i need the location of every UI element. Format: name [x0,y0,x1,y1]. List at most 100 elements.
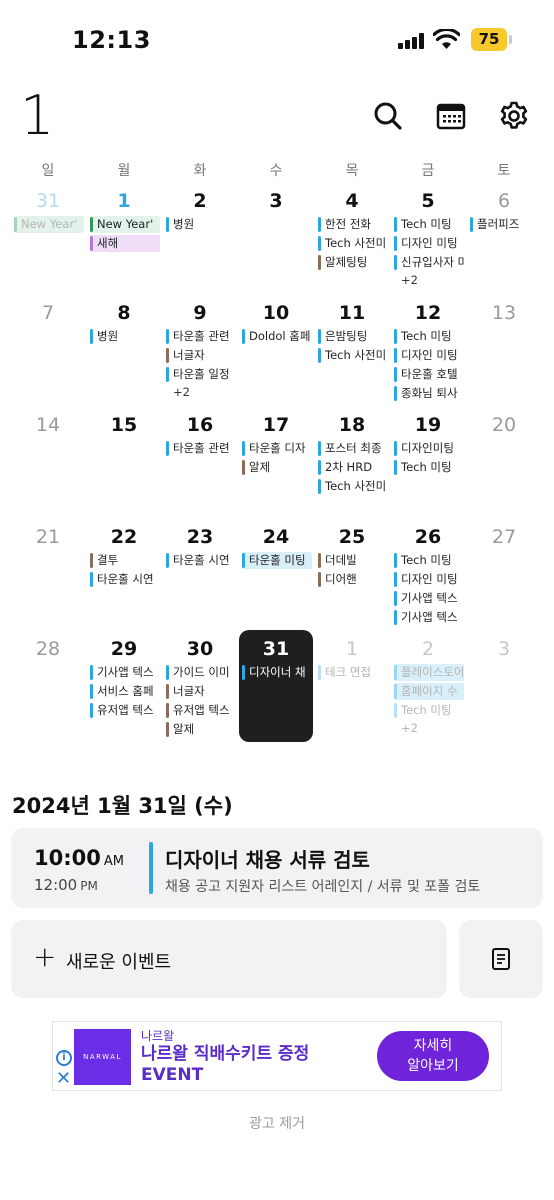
calendar-event[interactable]: 알제팅팅 [318,254,388,271]
calendar-event[interactable]: Doldol 홈페 [242,328,312,345]
more-events-count[interactable]: +2 [401,721,418,735]
calendar-event[interactable]: 서비스 홈페 [90,683,160,700]
memo-button[interactable] [459,920,543,998]
day-cell[interactable]: 1 New Year' 새해 [86,182,162,294]
calendar-event[interactable]: Tech 사전미 [318,235,388,252]
remove-ad-link[interactable]: 광고 제거 [0,1113,554,1133]
calendar-event[interactable]: Tech 미팅 [394,328,464,345]
calendar-event[interactable]: 너글자 [166,683,236,700]
calendar-event[interactable]: 홈페이지 수 [394,683,464,700]
day-cell[interactable]: 3 [466,630,542,742]
calendar-event[interactable]: 은밤팅팅 [318,328,388,345]
calendar-event[interactable]: 더데빌 [318,552,388,569]
day-cell[interactable]: 14 [10,406,86,518]
day-cell[interactable]: 7 [10,294,86,406]
day-cell[interactable]: 27 [466,518,542,630]
calendar-event[interactable]: Tech 사전미 [318,347,388,364]
calendar-event[interactable]: 종화님 퇴사 [394,385,464,402]
calendar-event[interactable]: 디자인미팅 [394,440,464,457]
day-cell[interactable]: 9 타운홀 관련 너글자 타운홀 일정 +2 [162,294,238,406]
day-cell[interactable]: 28 [10,630,86,742]
day-cell[interactable]: 11 은밤팅팅 Tech 사전미 [314,294,390,406]
ad-cta-button[interactable]: 자세히 알아보기 [377,1031,489,1081]
calendar-event[interactable]: 디자인 미팅 [394,235,464,252]
calendar-event[interactable]: 타운홀 시연 [90,571,160,588]
day-cell[interactable]: 31 New Year' [10,182,86,294]
new-event-button[interactable]: + 새로운 이벤트 [11,920,447,998]
calendar-event[interactable]: 타운홀 미팅 [242,552,312,569]
event-card[interactable]: 10:00 AM 12:00 PM 디자이너 채용 서류 검토 채용 공고 지원자 … [11,828,543,908]
close-icon[interactable]: ✕ [56,1070,71,1088]
search-button[interactable] [368,96,408,136]
day-cell[interactable]: 31 디자이너 채 [238,630,314,742]
day-cell[interactable]: 21 [10,518,86,630]
calendar-event[interactable]: 알제 [242,459,312,476]
calendar-event[interactable]: Tech 미팅 [394,216,464,233]
calendar-event[interactable]: 디자인 미팅 [394,571,464,588]
calendar-event[interactable]: 병원 [166,216,236,233]
day-cell[interactable]: 16 타운홀 관련 [162,406,238,518]
calendar-event[interactable]: 디어핸 [318,571,388,588]
day-cell[interactable]: 18 포스터 최종 2차 HRD Tech 사전미 [314,406,390,518]
calendar-event[interactable]: 알제 [166,721,236,738]
calendar-event[interactable]: 플레이스토어 [394,664,464,681]
day-cell[interactable]: 5 Tech 미팅 디자인 미팅 신규입사자 미 +2 [390,182,466,294]
calendar-event[interactable]: Tech 사전미 [318,478,388,495]
calendar-event[interactable]: 유저앱 텍스 [90,702,160,719]
calendar-event[interactable]: 유저앱 텍스 [166,702,236,719]
calendar-event[interactable]: New Year' [14,216,84,233]
calendar-event[interactable]: 병원 [90,328,160,345]
calendar-event[interactable]: Tech 미팅 [394,702,464,719]
day-cell[interactable]: 20 [466,406,542,518]
day-cell[interactable]: 2 플레이스토어 홈페이지 수 Tech 미팅 +2 [390,630,466,742]
day-cell[interactable]: 10 Doldol 홈페 [238,294,314,406]
calendar-event[interactable]: 타운홀 관련 [166,440,236,457]
day-cell[interactable]: 3 [238,182,314,294]
calendar-event[interactable]: 가이드 이미 [166,664,236,681]
calendar-event[interactable]: 너글자 [166,347,236,364]
calendar-event[interactable]: 디자이너 채 [242,664,312,681]
day-cell[interactable]: 22 결투 타운홀 시연 [86,518,162,630]
calendar-event[interactable]: 기사앱 텍스 [394,609,464,626]
calendar-event[interactable]: 2차 HRD [318,459,388,476]
info-icon[interactable]: i [56,1050,72,1066]
calendar-event[interactable]: 타운홀 시연 [166,552,236,569]
day-cell[interactable]: 6 플러피즈 [466,182,542,294]
day-cell[interactable]: 23 타운홀 시연 [162,518,238,630]
day-cell[interactable]: 19 디자인미팅 Tech 미팅 [390,406,466,518]
day-cell[interactable]: 13 [466,294,542,406]
day-cell[interactable]: 30 가이드 이미 너글자 유저앱 텍스 알제 [162,630,238,742]
calendar-event[interactable]: Tech 미팅 [394,552,464,569]
day-cell[interactable]: 25 더데빌 디어핸 [314,518,390,630]
day-cell[interactable]: 2 병원 [162,182,238,294]
calendar-event[interactable]: 결투 [90,552,160,569]
calendar-event[interactable]: 기사앱 텍스 [394,590,464,607]
calendar-event[interactable]: 플러피즈 [470,216,540,233]
day-cell[interactable]: 15 [86,406,162,518]
calendar-event[interactable]: 디자인 미팅 [394,347,464,364]
calendar-event[interactable]: 타운홀 디자 [242,440,312,457]
calendar-view-button[interactable] [431,96,471,136]
day-cell[interactable]: 12 Tech 미팅 디자인 미팅 타운홀 호텔 종화님 퇴사 [390,294,466,406]
calendar-event[interactable]: 테크 면접 [318,664,388,681]
settings-button[interactable] [494,96,534,136]
more-events-count[interactable]: +2 [173,385,190,399]
day-cell[interactable]: 4 한전 전화 Tech 사전미 알제팅팅 [314,182,390,294]
calendar-event[interactable]: 타운홀 호텔 [394,366,464,383]
day-cell[interactable]: 8 병원 [86,294,162,406]
calendar-event[interactable]: New Year' [90,216,160,233]
calendar-event[interactable]: 새해 [90,235,160,252]
day-cell[interactable]: 17 타운홀 디자 알제 [238,406,314,518]
calendar-event[interactable]: Tech 미팅 [394,459,464,476]
calendar-event[interactable]: 신규입사자 미 [394,254,464,271]
day-cell[interactable]: 1 테크 면접 [314,630,390,742]
calendar-event[interactable]: 한전 전화 [318,216,388,233]
ad-banner[interactable]: i ✕ NARWAL 나르왈 나르왈 직배수키트 증정 EVENT 자세히 알아… [52,1021,502,1091]
day-cell[interactable]: 29 기사앱 텍스 서비스 홈페 유저앱 텍스 [86,630,162,742]
calendar-event[interactable]: 타운홀 관련 [166,328,236,345]
month-title[interactable]: 1 [20,84,54,147]
calendar-event[interactable]: 기사앱 텍스 [90,664,160,681]
day-cell[interactable]: 26 Tech 미팅 디자인 미팅 기사앱 텍스 기사앱 텍스 [390,518,466,630]
day-cell[interactable]: 24 타운홀 미팅 [238,518,314,630]
more-events-count[interactable]: +2 [401,273,418,287]
